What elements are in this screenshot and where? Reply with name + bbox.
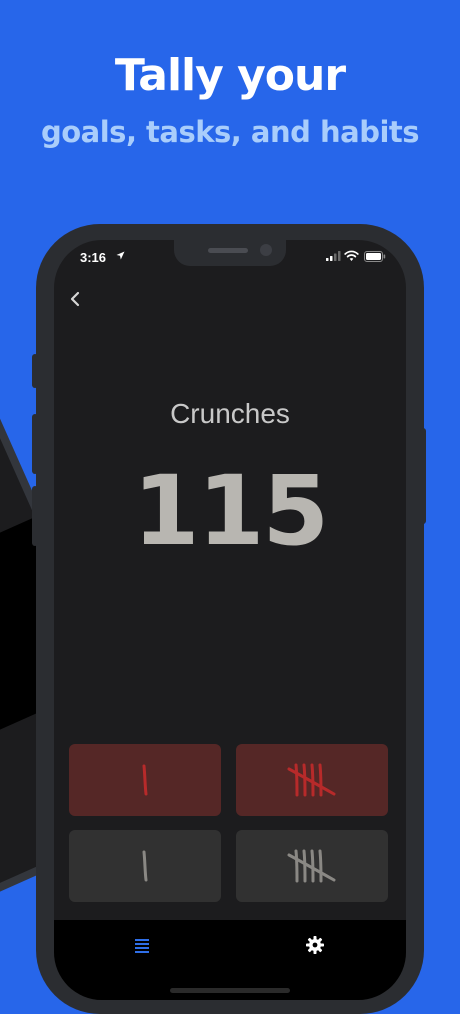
tally-one-icon: [142, 850, 148, 882]
decrement-five-button[interactable]: [236, 744, 388, 816]
wifi-icon: [344, 250, 359, 261]
status-time: 3:16: [80, 250, 107, 265]
location-arrow-icon: [116, 251, 125, 260]
list-icon[interactable]: [134, 938, 150, 954]
promo-headline: Tally your: [114, 50, 346, 101]
tally-five-icon: [287, 849, 336, 883]
gear-icon[interactable]: [306, 936, 324, 954]
battery-icon: [364, 251, 386, 262]
phone-volume-down: [32, 486, 38, 546]
promo-subline: goals, tasks, and habits: [40, 115, 420, 149]
cellular-signal-icon: [326, 251, 341, 261]
phone-screen: 3:16 Crunches 115: [54, 240, 406, 1000]
back-chevron-icon[interactable]: [64, 288, 86, 310]
counter-value: 115: [132, 455, 329, 567]
home-indicator: [170, 988, 290, 993]
phone-frame: 3:16 Crunches 115: [32, 224, 426, 1014]
increment-one-button[interactable]: [69, 830, 221, 902]
decrement-one-button[interactable]: [69, 744, 221, 816]
speaker: [208, 248, 248, 253]
phone-power-button: [420, 428, 426, 524]
counter-name: Crunches: [170, 398, 290, 429]
tab-bar: [54, 920, 406, 1000]
tally-five-icon: [287, 763, 336, 797]
tally-one-icon: [142, 764, 148, 796]
increment-five-button[interactable]: [236, 830, 388, 902]
front-camera: [260, 244, 272, 256]
phone-volume-up: [32, 414, 38, 474]
phone-side-button: [32, 354, 38, 388]
